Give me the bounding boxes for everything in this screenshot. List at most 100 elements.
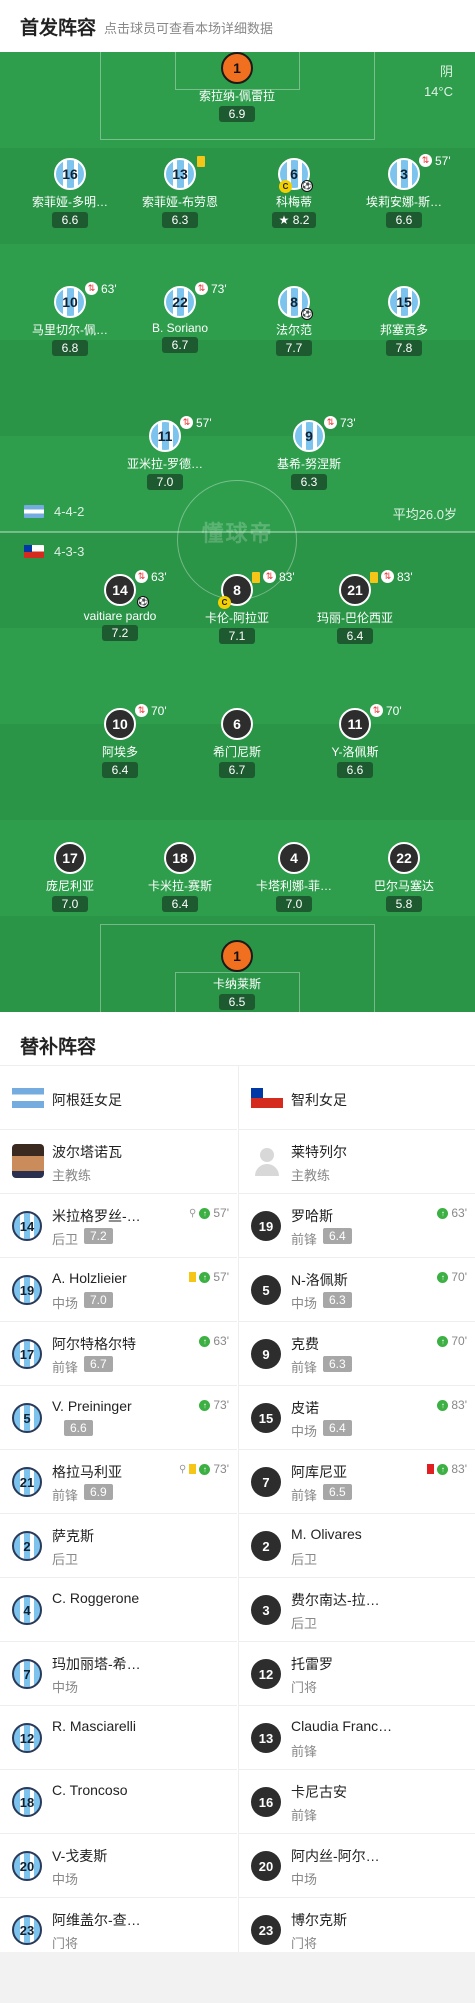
coach-avatar [12, 1144, 44, 1178]
player-rating: 7.0 [52, 896, 88, 912]
player-away-8[interactable]: 8 ⇅ 83' C 卡伦-阿拉亚 7.1 [182, 570, 295, 645]
sub-in-icon: ↑ [437, 1399, 449, 1411]
jersey-number: 9 [293, 420, 325, 452]
sub-player-row[interactable]: 17 阿尔特格尔特 前锋 6.7 ↑ 63' [0, 1322, 237, 1386]
pitch: 阴 14°C 懂球帝 4-4-2 平均26.0岁 4-3-3 1 索拉纳-佩雷拉… [0, 52, 475, 1012]
goal-ball-icon: ⚽ [301, 180, 313, 192]
sub-player-row[interactable]: 2 M. Olivares 后卫 [239, 1514, 475, 1578]
player-away-14[interactable]: 14 ⇅ 63' ⚽ vaitiare pardo 7.2 [65, 570, 175, 642]
sub-player-row[interactable]: 7 阿库尼亚 前锋 6.5 ↑ 83' [239, 1450, 475, 1514]
jersey-number: 23 [251, 1915, 281, 1945]
jersey-number: 3 [251, 1595, 281, 1625]
sub-player-row[interactable]: 4 C. Roggerone [0, 1578, 237, 1642]
sub-player-row[interactable]: 13 Claudia Franc… 前锋 [239, 1706, 475, 1770]
player-name: 卡伦-阿拉亚 [205, 611, 269, 625]
player-rating: 6.3 [162, 212, 198, 228]
sub-in-icon: ↑ [437, 1335, 449, 1347]
player-position: 前锋 [291, 1488, 318, 1503]
player-rating: 7.0 [276, 896, 312, 912]
weather-temperature: 14°C [423, 84, 453, 99]
player-home-11[interactable]: 11 ⇅ 57' 亚米拉-罗德… 7.0 [110, 416, 220, 491]
sub-player-row[interactable]: 15 皮诺 中场 6.4 ↑ 83' [239, 1386, 475, 1450]
player-away-1[interactable]: 1 卡纳莱斯 6.5 [182, 940, 292, 1011]
coach-role: 主教练 [291, 1168, 331, 1183]
sub-player-row[interactable]: 21 格拉马利亚 前锋 6.9 ⚲ ↑ 73' [0, 1450, 237, 1514]
sub-in-info: ⚲ ↑ 57' [189, 1206, 229, 1220]
player-away-11[interactable]: 11 ⇅ 70' Y-洛佩斯 6.6 [300, 704, 410, 779]
player-rating: 7.1 [219, 628, 255, 644]
yellow-card-icon [370, 572, 378, 583]
home-subs-list: 14 米拉格罗丝-… 后卫 7.2 ⚲ ↑ 57' 19 A. Holzlieier 中场 7.0 ↑… [0, 1194, 237, 1962]
sub-player-row[interactable]: 5 N-洛佩斯 中场 6.3 ↑ 70' [239, 1258, 475, 1322]
player-home-1[interactable]: 1 索拉纳-佩雷拉 6.9 [182, 52, 292, 123]
sub-player-row[interactable]: 12 托雷罗 门将 [239, 1642, 475, 1706]
away-coach-row[interactable]: 莱特列尔 主教练 [239, 1130, 475, 1194]
jersey-number: 14 [12, 1211, 42, 1241]
player-name: 玛加丽塔-希… [52, 1656, 141, 1672]
sub-player-row[interactable]: 20 阿内丝-阿尔… 中场 [239, 1834, 475, 1898]
player-away-21[interactable]: 21 ⇅ 83' 玛丽-巴伦西亚 6.4 [300, 570, 413, 645]
player-home-9[interactable]: 9 ⇅ 73' 基希-努涅斯 6.3 [254, 416, 364, 491]
jersey-number: 17 [12, 1339, 42, 1369]
player-home-8[interactable]: 8 ⚽ 法尔范 7.7 [239, 286, 349, 357]
player-position: 前锋 [291, 1808, 318, 1823]
sub-player-row[interactable]: 3 费尔南达-拉… 后卫 [239, 1578, 475, 1642]
lineup-header: 首发阵容 点击球员可查看本场详细数据 [0, 0, 475, 52]
player-home-10[interactable]: 10 ⇅ 63' 马里切尔-佩… 6.8 [15, 282, 125, 357]
player-away-6[interactable]: 6 希门尼斯 6.7 [182, 708, 292, 779]
player-home-16[interactable]: 16 索菲娅-多明… 6.6 [15, 158, 125, 229]
sub-in-info: ↑ 70' [437, 1334, 467, 1348]
jersey-number: 5 [12, 1403, 42, 1433]
player-rating: 7.2 [84, 1228, 113, 1244]
sub-player-row[interactable]: 16 卡尼古安 前锋 [239, 1770, 475, 1834]
player-name: B. Soriano [151, 321, 209, 335]
captain-icon: C [218, 596, 231, 609]
player-rating: 6.4 [162, 896, 198, 912]
coach-name: 波尔塔诺瓦 [52, 1144, 122, 1160]
player-position: 前锋 [291, 1360, 318, 1375]
sub-time: 73' [211, 282, 227, 296]
sub-player-row[interactable]: 14 米拉格罗丝-… 后卫 7.2 ⚲ ↑ 57' [0, 1194, 237, 1258]
player-home-22[interactable]: 22 ⇅ 73' B. Soriano 6.7 [125, 282, 235, 354]
player-away-4[interactable]: 4 卡塔利娜-菲… 7.0 [239, 842, 349, 913]
player-name: 法尔范 [275, 323, 312, 337]
player-position: 中场 [52, 1680, 79, 1695]
sub-player-row[interactable]: 5 V. Preininger 6.6 ↑ 73' [0, 1386, 237, 1450]
player-away-10[interactable]: 10 ⇅ 70' 阿埃多 6.4 [65, 704, 175, 779]
sub-player-row[interactable]: 19 罗哈斯 前锋 6.4 ↑ 63' [239, 1194, 475, 1258]
sub-player-row[interactable]: 2 萨克斯 后卫 [0, 1514, 237, 1578]
player-position: 门将 [52, 1936, 79, 1951]
player-home-13[interactable]: 13 索菲娅-布劳恩 6.3 [125, 156, 235, 229]
sub-player-row[interactable]: 20 V-戈麦斯 中场 [0, 1834, 237, 1898]
player-away-22[interactable]: 22 巴尔马塞达 5.8 [349, 842, 459, 913]
home-coach-row[interactable]: 波尔塔诺瓦 主教练 [0, 1130, 237, 1194]
sub-in-info: ↑ 73' [199, 1398, 229, 1412]
player-rating: 6.3 [291, 474, 327, 490]
sub-in-time: 57' [213, 1270, 229, 1284]
sub-player-row[interactable]: 18 C. Troncoso [0, 1770, 237, 1834]
player-rating: 7.2 [102, 625, 138, 641]
jersey-number: 16 [54, 158, 86, 190]
assist-icon: ⚲ [179, 1463, 187, 1475]
sub-player-row[interactable]: 9 克费 前锋 6.3 ↑ 70' [239, 1322, 475, 1386]
player-name: A. Holzlieier [52, 1270, 127, 1286]
player-home-6[interactable]: 6 C ⚽ 科梅蒂 ★ 8.2 [239, 158, 349, 229]
jersey-number: 1 [221, 940, 253, 972]
sub-time: 70' [386, 704, 402, 718]
player-away-17[interactable]: 17 庞尼利亚 7.0 [15, 842, 125, 913]
player-name: 马里切尔-佩… [32, 323, 108, 337]
sub-player-row[interactable]: 7 玛加丽塔-希… 中场 [0, 1642, 237, 1706]
player-home-15[interactable]: 15 邦塞贡多 7.8 [349, 286, 459, 357]
player-rating: 7.0 [147, 474, 183, 490]
player-name: 格拉马利亚 [52, 1464, 122, 1480]
page-subtitle: 点击球员可查看本场详细数据 [104, 21, 274, 36]
player-away-18[interactable]: 18 卡米拉-赛斯 6.4 [125, 842, 235, 913]
player-name: 克费 [291, 1336, 319, 1352]
jersey-number: 11 [149, 420, 181, 452]
sub-time: 73' [340, 416, 356, 430]
player-home-3[interactable]: 3 ⇅ 57' 埃莉安娜-斯… 6.6 [349, 154, 459, 229]
player-name: 阿维盖尔-查… [52, 1912, 141, 1928]
sub-player-row[interactable]: 12 R. Masciarelli [0, 1706, 237, 1770]
sub-player-row[interactable]: 19 A. Holzlieier 中场 7.0 ↑ 57' [0, 1258, 237, 1322]
player-rating: 6.6 [64, 1420, 93, 1436]
